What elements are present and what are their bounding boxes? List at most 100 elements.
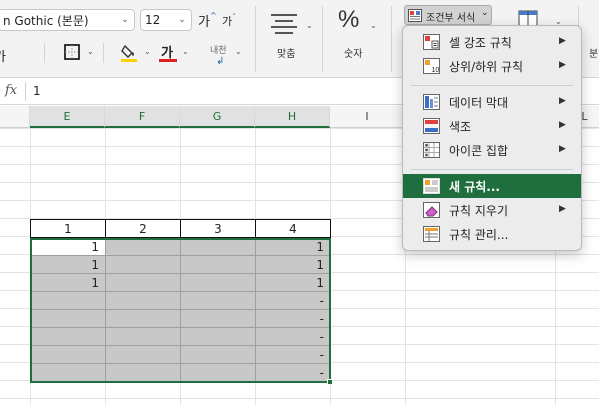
table-cell[interactable]: - bbox=[255, 291, 331, 310]
table-cell[interactable]: 1 bbox=[255, 273, 331, 292]
fill-handle[interactable] bbox=[327, 379, 333, 385]
menu-item-label: 상위/하위 규칙 bbox=[449, 60, 524, 74]
table-header-cell[interactable]: 2 bbox=[105, 219, 181, 238]
font-size-combo[interactable]: 12 ⌄ bbox=[140, 9, 192, 31]
fill-color-button[interactable] bbox=[120, 42, 140, 64]
menu-item-highlight-cells-rules[interactable]: 셀 강조 규칙 ▶ bbox=[403, 30, 581, 54]
formula-input[interactable]: 1 bbox=[33, 84, 41, 98]
alignment-button[interactable] bbox=[268, 10, 300, 38]
table-cell[interactable] bbox=[180, 291, 256, 310]
table-row: - bbox=[30, 363, 331, 382]
menu-item-label: 새 규칙... bbox=[449, 180, 500, 194]
number-format-button[interactable]: % bbox=[338, 6, 359, 34]
menu-item-color-scales[interactable]: 색조 ▶ bbox=[403, 114, 581, 138]
table-cell[interactable] bbox=[105, 363, 181, 382]
table-cell[interactable] bbox=[180, 363, 256, 382]
table-cell[interactable]: 1 bbox=[255, 255, 331, 274]
new-rule-icon bbox=[423, 178, 440, 194]
submenu-arrow-icon: ▶ bbox=[559, 144, 566, 154]
chevron-down-icon[interactable]: ⌄ bbox=[306, 21, 313, 30]
chevron-down-icon[interactable]: ⌄ bbox=[370, 21, 377, 30]
chevron-down-icon: ⌄ bbox=[121, 15, 129, 25]
table-cell[interactable] bbox=[30, 345, 106, 364]
table-cell[interactable] bbox=[105, 309, 181, 328]
menu-item-manage-rules[interactable]: 규칙 관리... bbox=[403, 222, 581, 246]
table-cell[interactable] bbox=[180, 273, 256, 292]
chevron-down-icon: ⌄ bbox=[481, 8, 489, 18]
table-cell[interactable] bbox=[105, 237, 181, 256]
submenu-arrow-icon: ▶ bbox=[559, 96, 566, 106]
table-cell[interactable] bbox=[105, 273, 181, 292]
menu-item-icon-sets[interactable]: 아이콘 집합 ▶ bbox=[403, 138, 581, 162]
menu-item-label: 규칙 관리... bbox=[449, 228, 509, 242]
chevron-down-icon[interactable]: ⌄ bbox=[235, 47, 242, 56]
chevron-down-icon[interactable]: ⌄ bbox=[182, 47, 189, 56]
menu-item-top-bottom-rules[interactable]: 10 상위/하위 규칙 ▶ bbox=[403, 54, 581, 78]
chevron-down-icon[interactable]: ⌄ bbox=[87, 47, 94, 56]
table-cell[interactable]: 1 bbox=[30, 273, 106, 292]
data-bars-icon bbox=[423, 94, 440, 110]
table-header-cell[interactable]: 4 bbox=[255, 219, 331, 238]
caret-down-icon: ˇ bbox=[232, 13, 237, 22]
function-icon[interactable]: fx bbox=[5, 83, 17, 98]
column-header-i[interactable]: I bbox=[330, 106, 405, 128]
table-cell[interactable]: - bbox=[255, 309, 331, 328]
caret-up-icon: ^ bbox=[209, 11, 217, 20]
menu-separator bbox=[411, 169, 573, 170]
table-cell[interactable] bbox=[105, 255, 181, 274]
table-cell[interactable]: - bbox=[255, 327, 331, 346]
right-edge-label: 분 bbox=[589, 49, 599, 60]
menu-item-clear-rules[interactable]: 규칙 지우기 ▶ bbox=[403, 198, 581, 222]
font-color-swatch bbox=[159, 59, 177, 62]
menu-separator bbox=[411, 85, 573, 86]
font-color-button[interactable]: 가 bbox=[159, 42, 177, 64]
conditional-format-button[interactable]: 조건부 서식 ⌄ bbox=[404, 5, 492, 25]
column-header-e[interactable]: E bbox=[30, 106, 105, 128]
alignment-label: 맞춤 bbox=[277, 49, 296, 60]
table-cell[interactable] bbox=[180, 327, 256, 346]
table-cell[interactable]: 1 bbox=[30, 255, 106, 274]
submenu-arrow-icon: ▶ bbox=[559, 36, 566, 46]
chevron-down-icon[interactable]: ⌄ bbox=[144, 47, 151, 56]
wrap-arrow-icon: ↲ bbox=[216, 56, 225, 67]
table-header-cell[interactable]: 3 bbox=[180, 219, 256, 238]
table-cell[interactable] bbox=[180, 255, 256, 274]
shrink-font-glyph: 가 bbox=[222, 15, 233, 28]
table-cell[interactable]: - bbox=[255, 363, 331, 382]
menu-item-label: 아이콘 집합 bbox=[449, 144, 509, 158]
table-header-cell[interactable]: 1 bbox=[30, 219, 106, 238]
table-cell[interactable]: 1 bbox=[255, 237, 331, 256]
svg-text:10: 10 bbox=[432, 67, 440, 74]
table-cell[interactable] bbox=[105, 327, 181, 346]
table-row: 1 1 bbox=[30, 255, 331, 274]
table-cell[interactable] bbox=[30, 309, 106, 328]
menu-item-label: 데이터 막대 bbox=[449, 96, 509, 110]
table-cell[interactable] bbox=[180, 309, 256, 328]
table-cell[interactable] bbox=[30, 327, 106, 346]
manage-rules-icon bbox=[423, 226, 440, 242]
column-header-f[interactable]: F bbox=[105, 106, 180, 128]
menu-item-label: 셀 강조 규칙 bbox=[449, 36, 512, 50]
table-cell[interactable] bbox=[30, 363, 106, 382]
shrink-font-button[interactable]: 가ˇ bbox=[222, 13, 236, 29]
menu-item-data-bars[interactable]: 데이터 막대 ▶ bbox=[403, 90, 581, 114]
borders-icon bbox=[64, 44, 80, 60]
table-cell[interactable] bbox=[180, 237, 256, 256]
wrap-text-button[interactable]: 내천 ↲ bbox=[210, 43, 227, 67]
menu-item-new-rule[interactable]: 새 규칙... bbox=[403, 174, 581, 198]
table-cell[interactable]: - bbox=[255, 345, 331, 364]
align-center-icon bbox=[271, 14, 297, 34]
table-row: - bbox=[30, 309, 331, 328]
font-name-combo[interactable]: n Gothic (본문) ⌄ bbox=[0, 9, 135, 31]
grow-font-button[interactable]: 가^ bbox=[198, 11, 217, 30]
column-header-g[interactable]: G bbox=[180, 106, 255, 128]
table-cell[interactable] bbox=[105, 345, 181, 364]
borders-button[interactable] bbox=[63, 43, 81, 61]
table-cell[interactable]: 1 bbox=[30, 237, 106, 256]
table-cell[interactable] bbox=[180, 345, 256, 364]
column-header-h[interactable]: H bbox=[255, 106, 330, 128]
icon-sets-icon bbox=[423, 142, 440, 158]
table-cell[interactable] bbox=[30, 291, 106, 310]
table-cell[interactable] bbox=[105, 291, 181, 310]
table-header-row: 1 2 3 4 bbox=[30, 219, 331, 238]
